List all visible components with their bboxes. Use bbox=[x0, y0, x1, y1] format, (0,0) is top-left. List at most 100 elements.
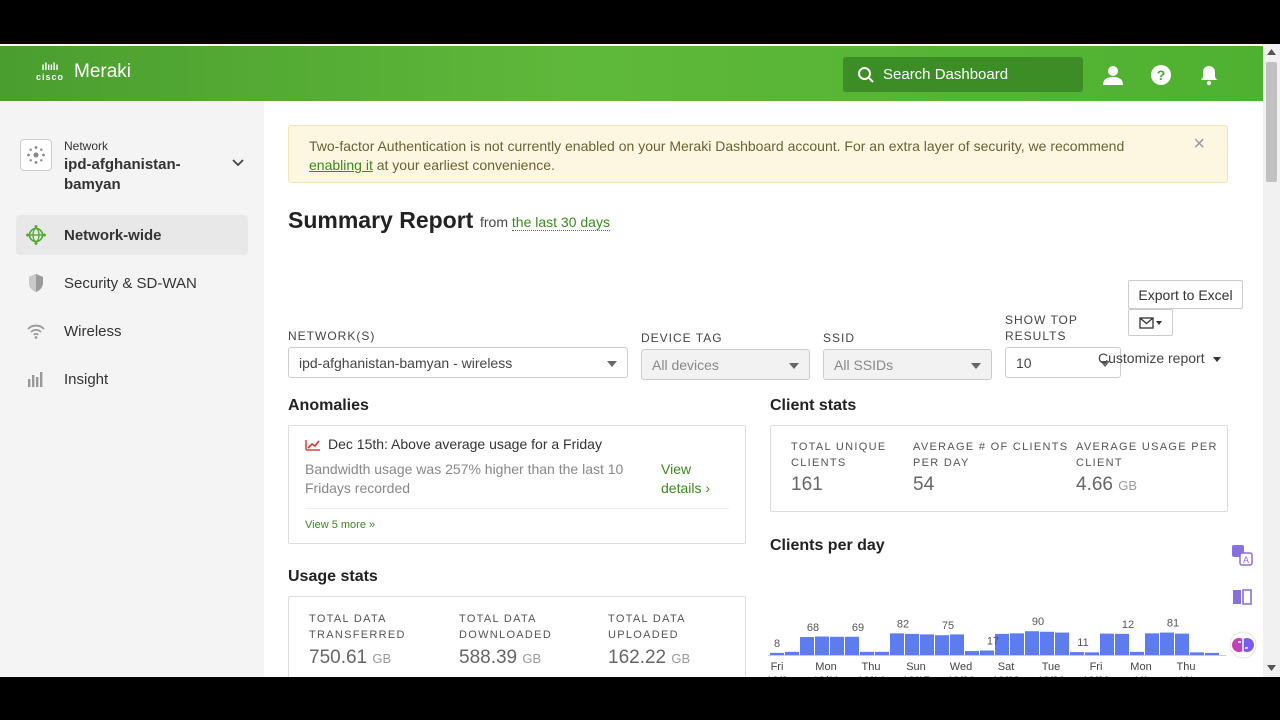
close-icon[interactable]: × bbox=[1193, 134, 1205, 154]
sidebar-item-insight[interactable]: Insight bbox=[16, 359, 248, 399]
chart-bar[interactable] bbox=[905, 633, 919, 655]
from-label: from bbox=[480, 214, 508, 230]
stat-value: 161 bbox=[791, 474, 823, 496]
chart-bar[interactable] bbox=[1025, 631, 1039, 655]
chart-bar[interactable] bbox=[935, 635, 949, 655]
ssid-label: SSID bbox=[823, 331, 856, 345]
stat-label: TOTAL DATA DOWNLOADED bbox=[459, 611, 552, 643]
top-results-label: SHOW TOP bbox=[1005, 313, 1078, 327]
scroll-up-arrow-icon[interactable] bbox=[1267, 49, 1276, 55]
translate-icon[interactable]: A bbox=[1228, 541, 1256, 569]
email-report-button[interactable] bbox=[1128, 309, 1173, 336]
vertical-scrollbar[interactable] bbox=[1263, 44, 1280, 677]
chart-data-label: 69 bbox=[852, 622, 864, 634]
chart-bar[interactable] bbox=[845, 636, 859, 655]
stat-unit: GB bbox=[522, 651, 542, 666]
scroll-down-arrow-icon[interactable] bbox=[1267, 665, 1276, 671]
period-selector[interactable]: the last 30 days bbox=[511, 214, 610, 231]
chart-bar[interactable] bbox=[1175, 633, 1189, 655]
search-dashboard-input[interactable]: Search Dashboard bbox=[843, 57, 1083, 92]
chart-bar[interactable] bbox=[890, 633, 904, 655]
chart-data-label: 81 bbox=[1167, 618, 1179, 630]
user-icon[interactable] bbox=[1102, 64, 1124, 86]
chart-data-label: 68 bbox=[807, 622, 819, 634]
caret-down-icon bbox=[1213, 357, 1222, 362]
chart-bar[interactable] bbox=[785, 651, 799, 655]
chart-bar[interactable] bbox=[1040, 631, 1054, 655]
brain-assistant-icon[interactable] bbox=[1228, 630, 1258, 660]
ssid-value: All SSIDs bbox=[834, 357, 894, 373]
chart-bar[interactable] bbox=[1145, 633, 1159, 655]
cisco-meraki-logo[interactable]: ılıılı cisco Meraki bbox=[36, 61, 131, 83]
view-details-link[interactable]: View details › bbox=[661, 460, 710, 498]
scrollbar-thumb[interactable] bbox=[1266, 62, 1277, 182]
usage-stats-heading: Usage stats bbox=[288, 568, 378, 585]
banner-text-end: at your earliest convenience. bbox=[372, 157, 555, 173]
chart-bar[interactable] bbox=[1055, 632, 1069, 655]
reader-book-icon[interactable] bbox=[1228, 583, 1256, 611]
stat-label-line: CLIENTS bbox=[791, 457, 847, 469]
chart-bar[interactable] bbox=[980, 650, 994, 655]
enable-2fa-link[interactable]: enabling it bbox=[309, 157, 373, 173]
chart-bar[interactable] bbox=[770, 652, 784, 655]
stat-value: 4.66 GB bbox=[1076, 474, 1137, 496]
sidebar-item-label: Security & SD-WAN bbox=[64, 274, 197, 292]
view-more-text: View 5 more bbox=[305, 519, 366, 531]
chart-bar[interactable] bbox=[920, 634, 934, 655]
chart-bar[interactable] bbox=[1160, 632, 1174, 655]
chart-bar[interactable] bbox=[1070, 652, 1084, 655]
chart-bar[interactable] bbox=[815, 636, 829, 655]
network-icon bbox=[20, 139, 52, 171]
device-tag-select[interactable]: All devices bbox=[641, 349, 810, 380]
double-chevron-down-icon: » bbox=[369, 519, 376, 531]
chevron-down-icon[interactable] bbox=[232, 159, 244, 167]
chevron-right-icon: › bbox=[705, 480, 711, 496]
chart-bar[interactable] bbox=[1115, 633, 1129, 655]
client-stats-heading: Client stats bbox=[770, 397, 857, 414]
stat-unit: GB bbox=[372, 651, 392, 666]
chart-bar[interactable] bbox=[1010, 633, 1024, 655]
stat-label: TOTAL DATA UPLOADED bbox=[608, 611, 686, 643]
chart-tick-day: Tue bbox=[1042, 661, 1061, 673]
chart-bar[interactable] bbox=[950, 634, 964, 655]
chart-bar[interactable] bbox=[800, 637, 814, 655]
network-selector[interactable]: Network ipd-afghanistan-bamyan bbox=[20, 139, 250, 199]
chart-data-label: 17 bbox=[987, 636, 999, 648]
chart-tick-day: Wed bbox=[950, 661, 972, 673]
usage-stats-card: TOTAL DATA TRANSFERRED 750.61 GB TOTAL DA… bbox=[288, 596, 746, 677]
chart-tick-day: Fri bbox=[771, 661, 784, 673]
stat-label-line: CLIENT bbox=[1076, 457, 1123, 469]
sidebar-item-label: Insight bbox=[64, 370, 109, 388]
two-factor-warning-banner: Two-factor Authentication is not current… bbox=[288, 125, 1228, 183]
sidebar-item-security-sdwan[interactable]: Security & SD-WAN bbox=[16, 263, 248, 303]
chart-bar[interactable] bbox=[875, 651, 889, 655]
sidebar-item-network-wide[interactable]: Network-wide bbox=[16, 215, 248, 255]
stat-number: 588.39 bbox=[459, 647, 518, 668]
view-more-link[interactable]: View 5 more » bbox=[305, 519, 375, 531]
device-tag-label: DEVICE TAG bbox=[641, 331, 723, 345]
export-to-excel-button[interactable]: Export to Excel bbox=[1128, 280, 1243, 309]
chart-bar[interactable] bbox=[1190, 652, 1204, 655]
networks-select[interactable]: ipd-afghanistan-bamyan - wireless bbox=[288, 347, 628, 378]
chart-bar[interactable] bbox=[830, 636, 844, 655]
help-icon[interactable]: ? bbox=[1150, 64, 1172, 86]
stat-number: 162.22 bbox=[608, 647, 667, 668]
chart-data-label: 11 bbox=[1077, 637, 1088, 649]
stat-value: 54 bbox=[913, 474, 934, 496]
sidebar-item-wireless[interactable]: Wireless bbox=[16, 311, 248, 351]
stat-value: 588.39 GB bbox=[459, 647, 541, 669]
chart-bar[interactable] bbox=[860, 651, 874, 655]
stat-label-line: TOTAL DATA bbox=[309, 613, 387, 625]
stat-label: TOTAL UNIQUE CLIENTS bbox=[791, 439, 886, 471]
chart-bar[interactable] bbox=[1085, 652, 1099, 655]
stat-label-line: DOWNLOADED bbox=[459, 629, 553, 641]
chart-tick-date: 1/4 bbox=[1178, 675, 1193, 677]
ssid-select[interactable]: All SSIDs bbox=[823, 349, 992, 380]
notification-bell-icon[interactable] bbox=[1198, 64, 1220, 86]
chart-bar[interactable] bbox=[965, 651, 979, 655]
chart-bar[interactable] bbox=[1100, 633, 1114, 655]
chart-bar[interactable] bbox=[1205, 652, 1219, 655]
svg-text:A: A bbox=[1243, 555, 1249, 565]
chart-bar[interactable] bbox=[1130, 651, 1144, 655]
customize-report-dropdown[interactable]: Customize report bbox=[1098, 350, 1222, 366]
